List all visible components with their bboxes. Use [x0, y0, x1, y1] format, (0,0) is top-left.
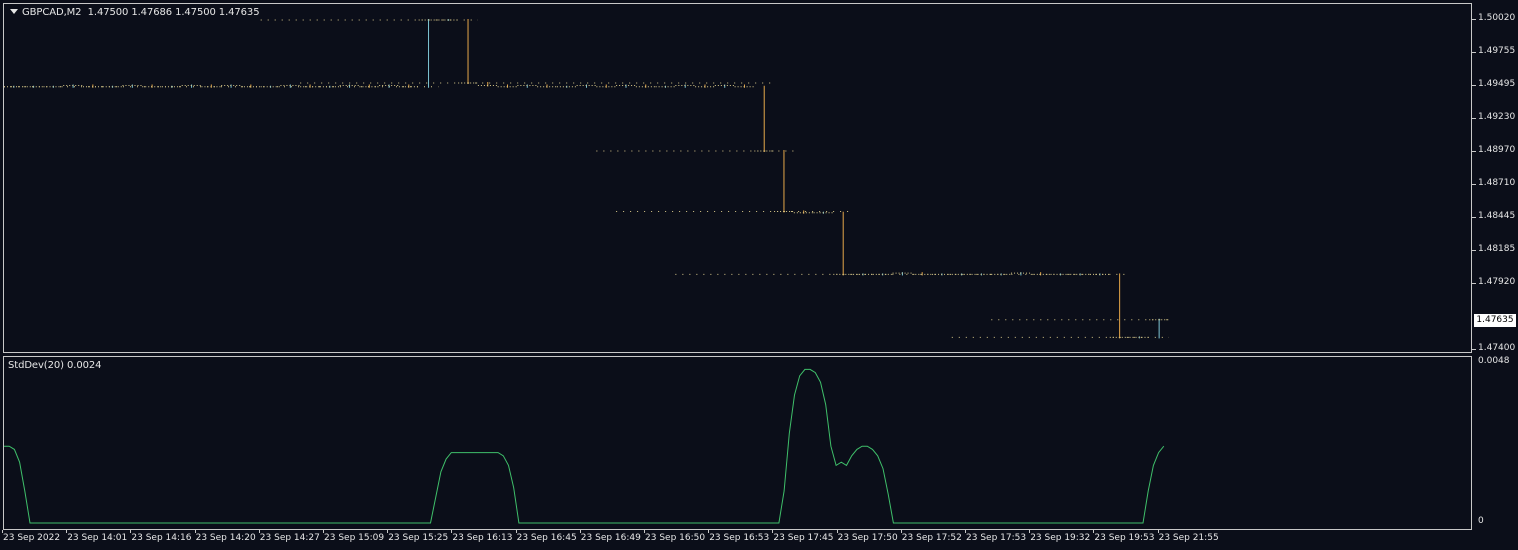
price-chart-svg	[4, 18, 1169, 339]
price-axis-label: 1.48970	[1478, 145, 1516, 155]
price-axis-tick	[1472, 283, 1476, 284]
time-axis-label: 23 Sep 15:25	[388, 533, 449, 543]
time-axis-label: 23 Sep 16:53	[709, 533, 770, 543]
time-axis-label: 23 Sep 21:55	[1158, 533, 1219, 543]
time-axis-label: 23 Sep 16:13	[452, 533, 513, 543]
price-axis-tick	[1472, 184, 1476, 185]
time-axis-label: 23 Sep 14:27	[259, 533, 320, 543]
stddev-chart-svg	[4, 368, 1165, 524]
chart-menu-triangle-icon[interactable]	[10, 9, 18, 14]
current-price-tag: 1.47635	[1474, 314, 1516, 327]
symbol-label: GBPCAD,M2	[22, 7, 82, 18]
stddev-indicator-pane[interactable]: StdDev(20) 0.0024	[3, 356, 1472, 530]
price-axis-tick	[1472, 52, 1476, 53]
price-axis-label: 1.49495	[1478, 79, 1516, 89]
time-axis-label: 23 Sep 17:50	[837, 533, 898, 543]
time-axis[interactable]: 23 Sep 2022 23 Sep 14:01 23 Sep 14:16 23 Se…	[0, 530, 1472, 550]
time-axis-label: 23 Sep 14:16	[131, 533, 192, 543]
price-axis-label: 1.49230	[1478, 112, 1516, 122]
time-axis-label: 23 Sep 17:45	[773, 533, 834, 543]
time-axis-label: 23 Sep 17:53	[966, 533, 1027, 543]
time-axis-label: 23 Sep 14:20	[195, 533, 256, 543]
indicator-axis-label: 0	[1478, 516, 1484, 526]
time-axis-label: 23 Sep 16:49	[580, 533, 641, 543]
time-axis-label: 23 Sep 19:32	[1030, 533, 1091, 543]
price-axis-label: 1.50020	[1478, 13, 1516, 23]
price-axis-tick	[1472, 217, 1476, 218]
indicator-axis-label: 0.0048	[1478, 356, 1510, 366]
time-axis-label: 23 Sep 15:09	[324, 533, 385, 543]
price-axis-tick	[1472, 349, 1476, 350]
price-axis-label: 1.47400	[1478, 343, 1516, 353]
indicator-axis[interactable]: 0.0048 0	[1472, 356, 1518, 530]
price-axis-tick	[1472, 118, 1476, 119]
stddev-line	[4, 368, 1165, 524]
price-axis-label: 1.48710	[1478, 178, 1516, 188]
price-axis-label: 1.49755	[1478, 46, 1516, 56]
price-axis-tick	[1472, 151, 1476, 152]
price-axis-tick	[1472, 250, 1476, 251]
price-axis[interactable]: 1.50020 1.49755 1.49495 1.49230 1.48970 1.487…	[1472, 3, 1518, 353]
time-axis-label: 23 Sep 14:01	[67, 533, 128, 543]
price-axis-tick	[1472, 85, 1476, 86]
time-axis-label: 23 Sep 19:53	[1094, 533, 1155, 543]
price-axis-label: 1.48445	[1478, 211, 1516, 221]
price-axis-label: 1.47920	[1478, 277, 1516, 287]
time-axis-label: 23 Sep 16:50	[645, 533, 706, 543]
price-axis-tick	[1472, 19, 1476, 20]
chart-header: GBPCAD,M2 1.47500 1.47686 1.47500 1.4763…	[10, 7, 260, 18]
stddev-label: StdDev(20) 0.0024	[8, 360, 102, 371]
time-axis-label: 23 Sep 2022	[3, 533, 61, 543]
time-axis-label: 23 Sep 16:45	[516, 533, 577, 543]
time-axis-label: 23 Sep 17:52	[901, 533, 962, 543]
price-axis-label: 1.48185	[1478, 244, 1516, 254]
price-chart-pane[interactable]: GBPCAD,M2 1.47500 1.47686 1.47500 1.4763…	[3, 3, 1472, 353]
ohlc-values: 1.47500 1.47686 1.47500 1.47635	[87, 7, 260, 18]
